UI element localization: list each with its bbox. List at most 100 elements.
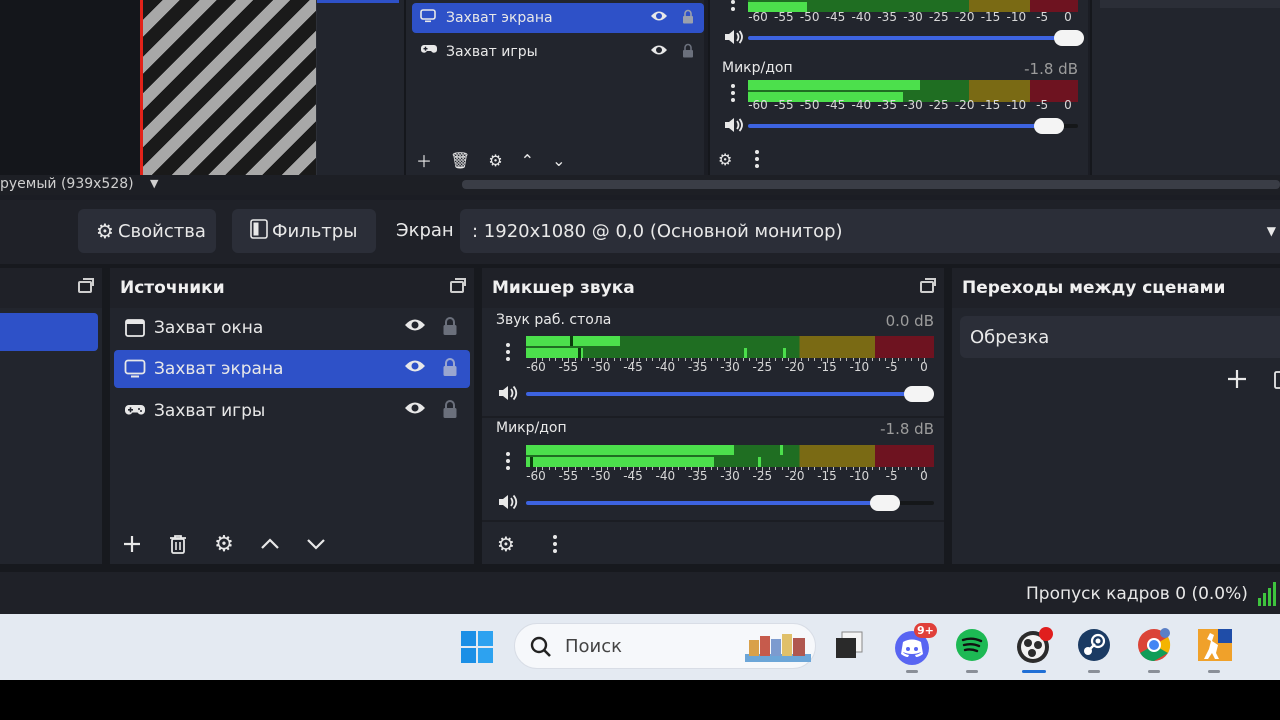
top-source-item-screen[interactable]: Захват экрана: [412, 3, 704, 33]
gear-icon[interactable]: ⚙: [488, 151, 502, 170]
source-label: Захват окна: [154, 318, 264, 338]
meter-tick: [684, 467, 686, 470]
spotify-icon[interactable]: [954, 627, 994, 667]
task-view-icon[interactable]: [834, 630, 864, 660]
add-transition-icon[interactable]: [1226, 368, 1248, 394]
meter-tick: [924, 358, 925, 363]
kebab-menu-icon[interactable]: [746, 146, 768, 172]
speaker-icon[interactable]: [496, 491, 518, 513]
lock-icon[interactable]: [682, 43, 694, 62]
move-down-icon[interactable]: [302, 530, 330, 558]
transition-value: Обрезка: [970, 326, 1050, 348]
chevron-down-icon[interactable]: ▼: [150, 177, 158, 190]
channel-menu-icon[interactable]: [497, 339, 519, 365]
meter-tick: [548, 358, 550, 361]
preview-status-bar: руемый (939x528) ▼: [0, 175, 1280, 195]
preview-canvas: [0, 0, 140, 175]
mixer-menu-icon[interactable]: [544, 531, 566, 557]
meter-tick: [749, 358, 751, 361]
meter-tick: [794, 358, 796, 363]
chevron-up-icon[interactable]: ⌃: [521, 151, 534, 170]
audio-meter-desktop: [526, 336, 934, 358]
chevron-down-icon[interactable]: ⌄: [552, 151, 565, 170]
steam-icon[interactable]: [1076, 627, 1116, 667]
undock-icon[interactable]: [450, 278, 466, 293]
filters-button[interactable]: Фильтры: [232, 209, 376, 253]
volume-slider-mic[interactable]: [526, 495, 934, 511]
transition-select[interactable]: Обрезка: [960, 316, 1280, 358]
volume-slider[interactable]: [748, 118, 1078, 134]
advanced-audio-gear-icon[interactable]: ⚙: [718, 150, 732, 169]
channel-menu-icon[interactable]: [497, 448, 519, 474]
trash-icon[interactable]: [164, 530, 192, 558]
speaker-icon[interactable]: [496, 382, 518, 404]
meter-tick: [607, 358, 609, 361]
kebab-menu-icon[interactable]: [722, 0, 744, 18]
meter-tick: [911, 358, 913, 361]
undock-icon[interactable]: [920, 278, 936, 293]
screen-select[interactable]: : 1920x1080 @ 0,0 (Основной монитор) ▼: [460, 209, 1280, 253]
chrome-icon[interactable]: [1136, 627, 1176, 667]
trash-icon[interactable]: [1272, 368, 1280, 390]
source-label: Захват экрана: [154, 359, 284, 379]
lock-icon[interactable]: [442, 399, 458, 424]
meter-tick: [704, 467, 706, 470]
add-source-icon[interactable]: [118, 530, 146, 558]
meter-tick: [904, 467, 906, 470]
top-source-item-game[interactable]: Захват игры: [412, 37, 704, 67]
meter-tick: [626, 358, 628, 361]
obs-icon[interactable]: [1014, 626, 1054, 666]
meter-scale-label: -20: [954, 98, 975, 112]
meter-tick: [568, 358, 570, 363]
meter-tick: [788, 358, 790, 361]
add-icon[interactable]: ＋: [416, 148, 432, 172]
meter-tick: [710, 467, 712, 470]
meter-scale: -60 -55 -50 -45 -40 -35 -30 -25 -20 -15 -10 -5 0: [748, 98, 1078, 112]
eye-icon[interactable]: [650, 44, 668, 60]
speaker-icon[interactable]: [722, 114, 744, 136]
meter-tick: [917, 467, 919, 470]
horizontal-scrollbar[interactable]: [462, 180, 1280, 189]
gear-icon[interactable]: ⚙: [210, 530, 238, 558]
taskbar-search[interactable]: Поиск: [514, 623, 816, 669]
meter-tick: [781, 358, 783, 361]
volume-slider-desktop[interactable]: [526, 386, 934, 402]
source-label: Захват игры: [154, 401, 266, 421]
meter-tick: [794, 467, 796, 472]
preview-scale-text: руемый (939x528): [0, 176, 134, 192]
undock-icon[interactable]: [78, 278, 94, 293]
app-running-indicator: [906, 670, 918, 673]
eye-icon[interactable]: [650, 10, 668, 26]
game-icon[interactable]: [1196, 627, 1236, 667]
lock-icon[interactable]: [682, 9, 694, 28]
eye-icon[interactable]: [404, 400, 426, 420]
volume-slider[interactable]: [748, 30, 1084, 46]
meter-tick: [852, 358, 854, 361]
lock-icon[interactable]: [442, 357, 458, 382]
scene-item-selected[interactable]: [0, 313, 98, 351]
kebab-menu-icon[interactable]: [722, 80, 744, 106]
eye-icon[interactable]: [404, 317, 426, 337]
source-item-window-capture[interactable]: Захват окна: [114, 309, 470, 347]
source-item-screen-capture[interactable]: Захват экрана: [114, 350, 470, 388]
meter-tick: [762, 467, 764, 472]
meter-scale-label: -30: [903, 10, 923, 24]
discord-icon[interactable]: 9+: [892, 623, 937, 666]
gamepad-icon: [124, 400, 146, 422]
source-item-game-capture[interactable]: Захват игры: [114, 392, 470, 430]
windows-start-icon[interactable]: [460, 630, 494, 664]
meter-tick: [924, 467, 925, 472]
speaker-icon[interactable]: [722, 26, 744, 48]
properties-button[interactable]: ⚙ Свойства: [78, 209, 216, 253]
meter-tick: [607, 467, 609, 470]
advanced-audio-gear-icon[interactable]: ⚙: [492, 530, 520, 558]
eye-icon[interactable]: [404, 358, 426, 378]
trash-icon[interactable]: 🗑: [450, 151, 470, 170]
lock-icon[interactable]: [442, 316, 458, 341]
move-up-icon[interactable]: [256, 530, 284, 558]
meter-tick: [658, 467, 660, 470]
meter-scale-label: -15: [980, 98, 1001, 112]
meter-tick: [878, 358, 880, 361]
meter-scale-label: -55: [774, 98, 794, 112]
mixer-title: Микшер звука: [492, 278, 635, 298]
